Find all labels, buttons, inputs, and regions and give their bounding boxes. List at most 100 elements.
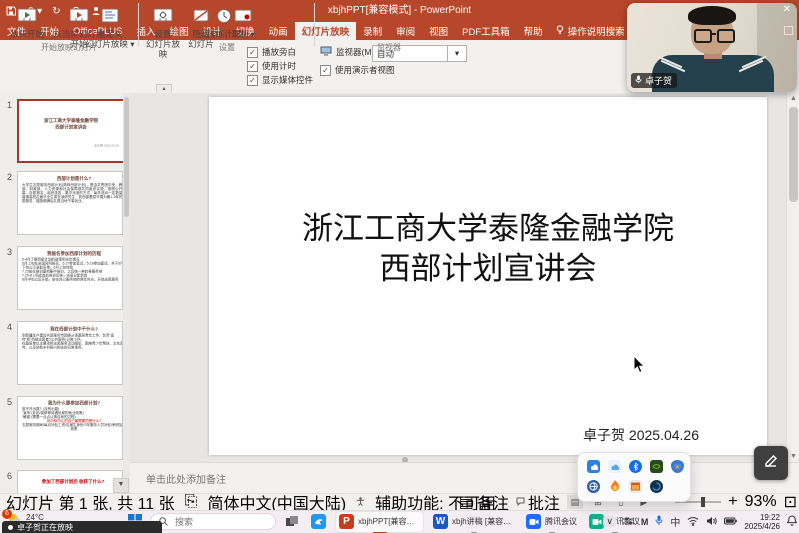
accessibility-icon xyxy=(356,493,365,511)
notes-placeholder[interactable]: 单击此处添加备注 xyxy=(146,471,226,486)
screen: ↶ ▾ ↻ ▾ xbjhPPT[兼容模式] - PowerPoint ✕ 文件 … xyxy=(0,0,799,533)
word-icon: W xyxy=(433,514,448,529)
bird-app-icon xyxy=(311,514,326,529)
mouse-cursor xyxy=(633,355,646,379)
bird-app-button[interactable] xyxy=(308,512,329,532)
tray-window-orange-icon[interactable] xyxy=(629,480,642,493)
restore-icon[interactable] xyxy=(784,26,793,35)
slide-thumbnail-4[interactable]: 我在西部计划中干什么? 到新疆生产建设兵团某师市团委从事基层青年工作，负责“宣传… xyxy=(17,321,123,385)
media-app-icon[interactable]: M xyxy=(641,517,649,527)
taskbar-tray: ∨ M 中 19:22 2025/4/26 xyxy=(603,511,797,532)
annotate-pen-button[interactable] xyxy=(754,446,788,480)
presenting-toast: 卓子贺正在放映 xyxy=(2,521,162,533)
tab-review[interactable]: 审阅 xyxy=(389,22,422,40)
tencent-meeting-teal-icon xyxy=(589,514,604,529)
notification-bell-icon[interactable] xyxy=(787,515,797,528)
microphone-icon[interactable] xyxy=(655,515,663,528)
glasses-right-lens xyxy=(717,29,735,43)
slide-title[interactable]: 浙江工商大学泰隆金融学院 西部计划宣讲会 xyxy=(209,209,767,289)
tray-swirl-icon[interactable] xyxy=(650,480,663,493)
glasses-left-lens xyxy=(694,29,712,43)
flame-icon[interactable] xyxy=(608,480,621,493)
from-beginning-button[interactable]: 从头开始 xyxy=(0,3,54,39)
scroll-up-icon[interactable]: ▲ xyxy=(787,93,799,102)
tab-view[interactable]: 视图 xyxy=(422,22,455,40)
taskbar-meeting-1[interactable]: 腾讯会议 xyxy=(523,512,580,532)
slide-thumbnail-1[interactable]: 浙江工商大学泰隆金融学院 西部计划宣讲会 卓子贺 2025.04.26 xyxy=(17,99,125,163)
tencent-meeting-icon xyxy=(526,514,541,529)
clock[interactable]: 19:22 2025/4/26 xyxy=(744,513,780,531)
taskbar-powerpoint[interactable]: P xbjhPPT[兼容模式] xyxy=(335,511,424,533)
group-divider xyxy=(314,3,315,47)
checkbox-icon: ✓ xyxy=(247,61,258,72)
bluetooth-icon[interactable] xyxy=(629,460,642,473)
record-button[interactable]: 录制 ▾ xyxy=(228,3,258,39)
comment-icon xyxy=(516,493,525,511)
date-text: 2025/4/26 xyxy=(744,522,780,531)
vertical-scrollbar[interactable]: ▲ ▼ xyxy=(786,93,799,462)
fit-to-window-icon[interactable]: ⊡ xyxy=(784,492,797,512)
nvidia-settings-icon[interactable] xyxy=(650,460,663,473)
speaker-icon[interactable] xyxy=(706,516,717,528)
task-view-button[interactable] xyxy=(282,512,302,532)
tray-expand-icon[interactable]: ∨ xyxy=(603,516,616,527)
slide-number: 4 xyxy=(7,322,12,332)
editing-canvas: 浙江工商大学泰隆金融学院 西部计划宣讲会 卓子贺 2025.04.26 xyxy=(130,93,786,462)
close-icon[interactable]: ✕ xyxy=(783,4,791,15)
checkbox-show-media-controls[interactable]: ✓显示媒体控件 xyxy=(247,74,313,86)
slide-thumbnail-5[interactable]: 我为什么要参加西部计划? 逃不开出路？(没有出路) “宣传”(补贴/保研等待遇优… xyxy=(17,396,123,460)
slide-editor[interactable]: 浙江工商大学泰隆金融学院 西部计划宣讲会 卓子贺 2025.04.26 xyxy=(209,97,767,455)
tab-slideshow[interactable]: 幻灯片放映 xyxy=(295,22,357,40)
checkbox-icon: ✓ xyxy=(320,65,331,76)
record-icon xyxy=(228,3,258,27)
tray-overflow-popup xyxy=(577,452,691,502)
notes-icon: ▤ xyxy=(459,492,474,512)
group-label-start: 开始放映幻灯片 xyxy=(10,42,128,53)
zoom-level-text[interactable]: 93% xyxy=(745,493,777,511)
tray-cloud-icon[interactable] xyxy=(608,460,621,473)
custom-list-icon xyxy=(82,3,138,27)
status-left: 幻灯片 第 1 张, 共 11 张 ⎘ 简体中文(中国大陆) 辅助功能: 不可用 xyxy=(6,493,496,510)
scrollbar-thumb[interactable] xyxy=(789,107,798,202)
taskbar-search[interactable] xyxy=(150,513,276,530)
time-text: 19:22 xyxy=(760,513,780,522)
tab-animations[interactable]: 动画 xyxy=(262,22,295,40)
monitor-play-icon xyxy=(0,3,54,27)
taskbar-word[interactable]: W xbjh讲稿 [兼容模式] xyxy=(430,512,517,532)
sliders-icon[interactable] xyxy=(623,516,634,528)
tell-me-search[interactable]: 操作说明搜索 xyxy=(550,22,631,40)
ime-indicator[interactable]: 中 xyxy=(670,514,680,529)
mic-icon xyxy=(635,75,642,86)
taskbar-apps: P xbjhPPT[兼容模式] W xbjh讲稿 [兼容模式] 腾讯会议 腾讯会… xyxy=(282,511,643,532)
tab-pdf-tools[interactable]: PDF工具箱 xyxy=(455,22,517,40)
search-input[interactable] xyxy=(173,516,257,528)
thumbnail-scrollbar[interactable] xyxy=(123,93,130,493)
slide-credit-text[interactable]: 卓子贺 2025.04.26 xyxy=(583,425,699,445)
group-divider xyxy=(138,3,139,47)
pen-icon xyxy=(763,453,779,474)
zoom-in-button[interactable]: + xyxy=(728,493,737,511)
battery-icon[interactable] xyxy=(724,517,737,527)
powerpoint-icon: P xyxy=(339,514,354,529)
slide-thumbnail-2[interactable]: 西部计划是什么? 大学生志愿服务西部计划(简称西部计划)，是由共青团中央、教育部… xyxy=(17,171,123,235)
webcam-video-overlay[interactable]: 卓子贺 xyxy=(627,3,797,92)
tab-help[interactable]: 帮助 xyxy=(517,22,550,40)
tray-globe-icon[interactable] xyxy=(587,480,600,493)
display-settings-icon[interactable]: ⎘ xyxy=(185,493,198,511)
zoom-slider-knob[interactable] xyxy=(701,497,705,507)
notification-badge: 6 xyxy=(2,509,12,519)
tab-record[interactable]: 录制 xyxy=(356,22,389,40)
glasses-bridge xyxy=(710,33,716,35)
slide-thumbnail-3[interactable]: 我报名参加西部计划的历程 3-4月了解西部计划的政策和往年情况 5月上旬在全国官… xyxy=(17,246,123,310)
scroll-down-icon[interactable]: ▼ xyxy=(787,453,799,460)
wifi-icon[interactable] xyxy=(687,516,699,528)
slide-number: 2 xyxy=(7,172,12,182)
tray-app-blue-icon[interactable] xyxy=(587,460,600,473)
slide-number: 3 xyxy=(7,247,12,257)
checkbox-use-timings[interactable]: ✓使用计时 xyxy=(247,60,296,72)
slide-number: 6 xyxy=(7,471,12,481)
checkbox-presenter-view[interactable]: ✓使用演示者视图 xyxy=(320,64,395,76)
webcam-name-tag: 卓子贺 xyxy=(631,73,677,88)
group-label-setup: 设置 xyxy=(142,42,312,53)
security-shield-icon[interactable] xyxy=(671,460,684,473)
